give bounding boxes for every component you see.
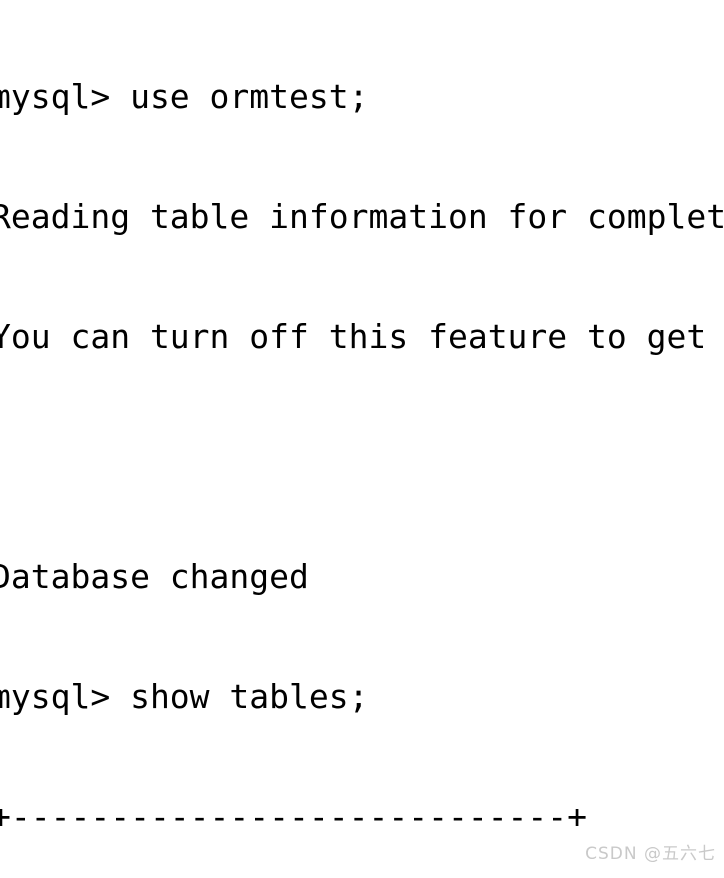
message-reading-table-information: Reading table information for complet <box>0 197 724 236</box>
command-line-use-ormtest: mysql> use ormtest; <box>0 77 369 116</box>
console-text-block: mysql> use ormtest; Reading table inform… <box>0 0 724 878</box>
csdn-watermark: CSDN @五六七 <box>585 844 716 864</box>
message-turn-off-feature: You can turn off this feature to get <box>0 317 707 356</box>
terminal-output-window: mysql> use ormtest; Reading table inform… <box>0 0 724 878</box>
command-line-show-tables: mysql> show tables; <box>0 677 369 716</box>
message-database-changed: Database changed <box>0 557 309 596</box>
table-border-top: +----------------------------+ <box>0 797 588 836</box>
